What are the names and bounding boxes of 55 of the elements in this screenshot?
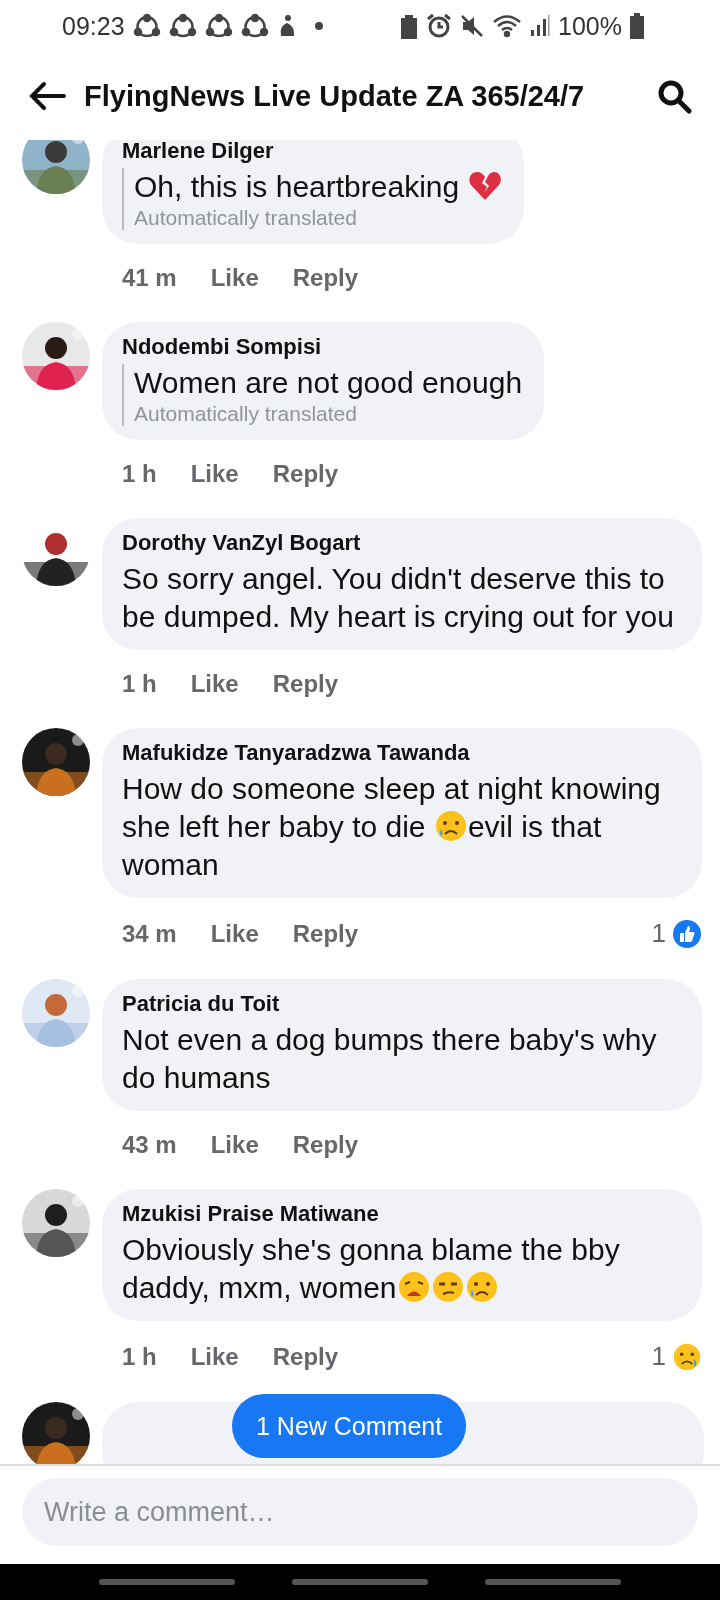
nav-handle[interactable] [485, 1579, 622, 1585]
signal-icon [530, 14, 551, 38]
comment-time: 41 m [122, 264, 177, 292]
reply-link[interactable]: Reply [292, 264, 359, 292]
translation-note: Automatically translated [122, 206, 502, 230]
like-link[interactable]: Like [190, 670, 239, 698]
comment-author[interactable]: Mafukidze Tanyaradzwa Tawanda [122, 740, 680, 766]
comment-author[interactable]: Ndodembi Sompisi [122, 334, 523, 360]
search-icon[interactable] [656, 78, 692, 114]
status-time: 09:23 [62, 11, 125, 41]
sync-icon [204, 13, 233, 39]
translation-note: Automatically translated [122, 402, 523, 426]
like-link[interactable]: Like [190, 460, 239, 488]
reply-link[interactable]: Reply [292, 1131, 359, 1159]
reply-link[interactable]: Reply [272, 1342, 339, 1371]
like-link[interactable]: Like [210, 1131, 259, 1159]
comment-text: Women are not good enough [122, 364, 523, 402]
reply-link[interactable]: Reply [292, 919, 359, 948]
new-comment-button[interactable]: 1 New Comment [232, 1394, 467, 1458]
reaction-count: 1 [651, 918, 666, 949]
comment-time: 43 m [122, 1131, 177, 1159]
comment-text: Obviously she's gonna blame the bby daddy, mxm, women [122, 1232, 621, 1306]
nav-handle[interactable] [98, 1579, 235, 1585]
back-arrow-icon[interactable] [28, 81, 66, 111]
comment-author[interactable]: Dorothy VanZyl Bogart [122, 530, 680, 556]
like-link[interactable]: Like [210, 264, 259, 292]
comment-author[interactable]: Mzukisi Praise Matiwane [122, 1201, 680, 1227]
sync-icon [240, 13, 269, 39]
wifi-icon [492, 14, 523, 38]
sync-icon [132, 13, 161, 39]
comment-text: Not even a dog bumps there baby's why do humans [122, 1022, 658, 1096]
alarm-icon [426, 13, 453, 39]
comment-author[interactable]: Patricia du Toit [122, 991, 680, 1017]
comment-text: So sorry angel. You didn't deserve this to be dumped. My heart is crying out for you [122, 561, 675, 635]
battery-saver-icon [400, 13, 419, 39]
sync-icon [168, 13, 197, 39]
reaction-count: 1 [651, 1341, 666, 1372]
battery-icon [630, 13, 644, 39]
comment-text: How do someone sleep at night knowing she left her baby to die evil is that woman [122, 771, 662, 883]
battery-percent: 100% [558, 11, 622, 41]
comment-time: 1 h [122, 460, 157, 488]
reply-link[interactable]: Reply [272, 670, 339, 698]
reply-link[interactable]: Reply [272, 460, 339, 488]
comment-input[interactable]: Write a comment… [22, 1478, 698, 1546]
comment-time: 34 m [122, 919, 177, 948]
nav-handle[interactable] [292, 1579, 428, 1585]
comment-text: Oh, this is heartbreaking [122, 168, 502, 206]
page-title: FlyingNews Live Update ZA 365/24/7 [84, 79, 586, 113]
comment-time: 1 h [122, 670, 157, 698]
comment-author[interactable]: Marlene Dilger [122, 140, 502, 164]
like-link[interactable]: Like [210, 919, 259, 948]
mute-icon [460, 14, 485, 38]
comment-time: 1 h [122, 1342, 157, 1371]
like-link[interactable]: Like [190, 1342, 239, 1371]
dot-icon [314, 22, 323, 30]
